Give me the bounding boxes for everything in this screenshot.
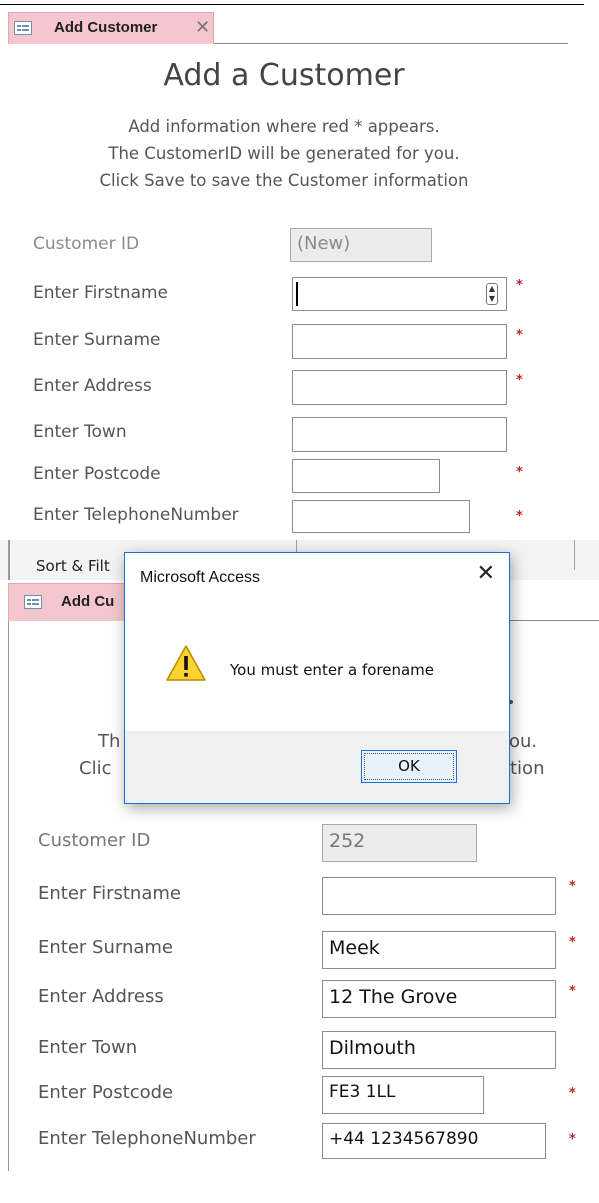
instruction-fragment: tion (510, 758, 545, 779)
form-left-edge (8, 621, 9, 1171)
page-title: Add a Customer (163, 58, 405, 93)
message-dialog: Microsoft Access ✕ You must enter a fore… (124, 552, 510, 804)
ribbon-group-sort-filter[interactable]: Sort & Filt (36, 557, 110, 575)
instruction-line-1: Add information where red * appears. (128, 117, 440, 136)
customer-id-label: Customer ID (33, 234, 140, 254)
address-field[interactable] (292, 370, 507, 405)
dialog-message: You must enter a forename (230, 661, 435, 679)
required-star: * (516, 328, 523, 343)
town-label: Enter Town (38, 1037, 138, 1058)
tab-baseline (214, 43, 568, 44)
postcode-field[interactable]: FE3 1LL (322, 1076, 484, 1114)
required-star: * (569, 1086, 576, 1101)
address-field[interactable]: 12 The Grove (322, 980, 556, 1018)
telephone-field[interactable]: +44 1234567890 (322, 1123, 546, 1159)
postcode-label: Enter Postcode (38, 1082, 174, 1103)
town-label: Enter Town (33, 422, 127, 442)
required-star: * (516, 278, 523, 293)
required-star: * (569, 984, 576, 999)
town-field[interactable]: Dilmouth (322, 1031, 556, 1069)
customer-id-field: (New) (290, 228, 432, 262)
close-icon[interactable]: ✕ (195, 19, 210, 37)
surname-field[interactable]: Meek (322, 931, 556, 969)
form-icon (24, 595, 42, 609)
surname-label: Enter Surname (38, 937, 173, 958)
form-icon (14, 21, 32, 35)
required-star: * (569, 935, 576, 950)
town-field[interactable] (292, 417, 507, 452)
surname-field[interactable] (292, 324, 507, 359)
ribbon-separator (574, 540, 575, 570)
postcode-field[interactable] (292, 459, 440, 493)
close-icon[interactable]: ✕ (477, 563, 495, 585)
customer-id-field: 252 (322, 824, 477, 862)
instruction-fragment: Clic (79, 758, 112, 779)
dialog-title: Microsoft Access (140, 569, 261, 586)
surname-label: Enter Surname (33, 330, 161, 350)
instruction-line-2: The CustomerID will be generated for you… (108, 144, 460, 163)
required-star: * (516, 373, 523, 388)
address-label: Enter Address (38, 986, 164, 1007)
instruction-fragment: ou. (509, 731, 538, 752)
tab-add-customer[interactable]: Add Customer ✕ (8, 12, 214, 44)
telephone-field[interactable] (292, 500, 470, 533)
customer-id-label: Customer ID (38, 830, 151, 851)
telephone-label: Enter TelephoneNumber (33, 505, 239, 525)
instruction-line-3: Click Save to save the Customer informat… (99, 171, 469, 190)
firstname-label: Enter Firstname (38, 883, 181, 904)
postcode-label: Enter Postcode (33, 464, 161, 484)
instruction-fragment: Th (98, 731, 121, 752)
firstname-field[interactable] (322, 877, 556, 915)
ok-button[interactable]: OK (361, 750, 457, 783)
required-star: * (569, 879, 576, 894)
required-star: * (516, 509, 523, 524)
tab-label: Add Customer (54, 19, 158, 36)
firstname-field[interactable]: ▲ ▼ (292, 277, 507, 311)
address-label: Enter Address (33, 376, 152, 396)
ribbon-edge (8, 540, 10, 580)
warning-icon (166, 645, 206, 681)
text-caret (296, 282, 298, 306)
required-star: * (516, 465, 523, 480)
window-top-border (0, 4, 584, 5)
tab-label: Add Cu (61, 593, 115, 610)
telephone-label: Enter TelephoneNumber (38, 1128, 256, 1149)
required-star: * (569, 1132, 576, 1147)
spinner-icon[interactable]: ▲ ▼ (486, 283, 498, 305)
firstname-label: Enter Firstname (33, 283, 169, 303)
